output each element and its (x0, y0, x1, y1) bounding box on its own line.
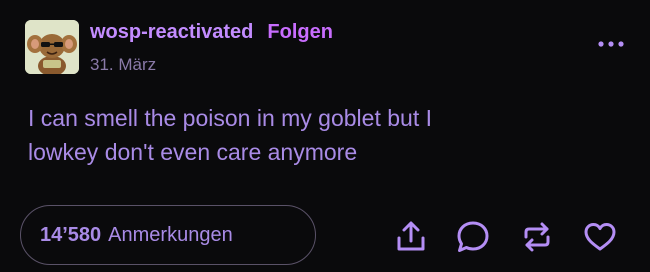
post-body-line: lowkey don't even care anymore (28, 139, 358, 165)
follow-button[interactable]: Folgen (267, 21, 333, 44)
notes-button[interactable]: 14’580 Anmerkungen (20, 205, 316, 265)
avatar[interactable] (25, 20, 79, 74)
reblog-icon[interactable] (518, 218, 556, 256)
reply-bubble-icon[interactable] (454, 218, 492, 256)
heart-icon[interactable] (581, 218, 619, 256)
username-link[interactable]: wosp-reactivated (90, 21, 253, 44)
post-date[interactable]: 31. März (90, 55, 156, 75)
share-icon[interactable] (392, 218, 430, 256)
avatar-image (25, 20, 79, 74)
notes-count: 14’580 (40, 223, 102, 246)
post-header: wosp-reactivated Folgen (90, 19, 333, 45)
notes-label: Anmerkungen (108, 223, 233, 246)
post-card: wosp-reactivated Folgen 31. März I can s… (0, 0, 650, 272)
post-body: I can smell the poison in my goblet but … (28, 101, 608, 169)
more-dots-icon[interactable] (596, 36, 626, 52)
post-body-line: I can smell the poison in my goblet but … (28, 105, 432, 131)
